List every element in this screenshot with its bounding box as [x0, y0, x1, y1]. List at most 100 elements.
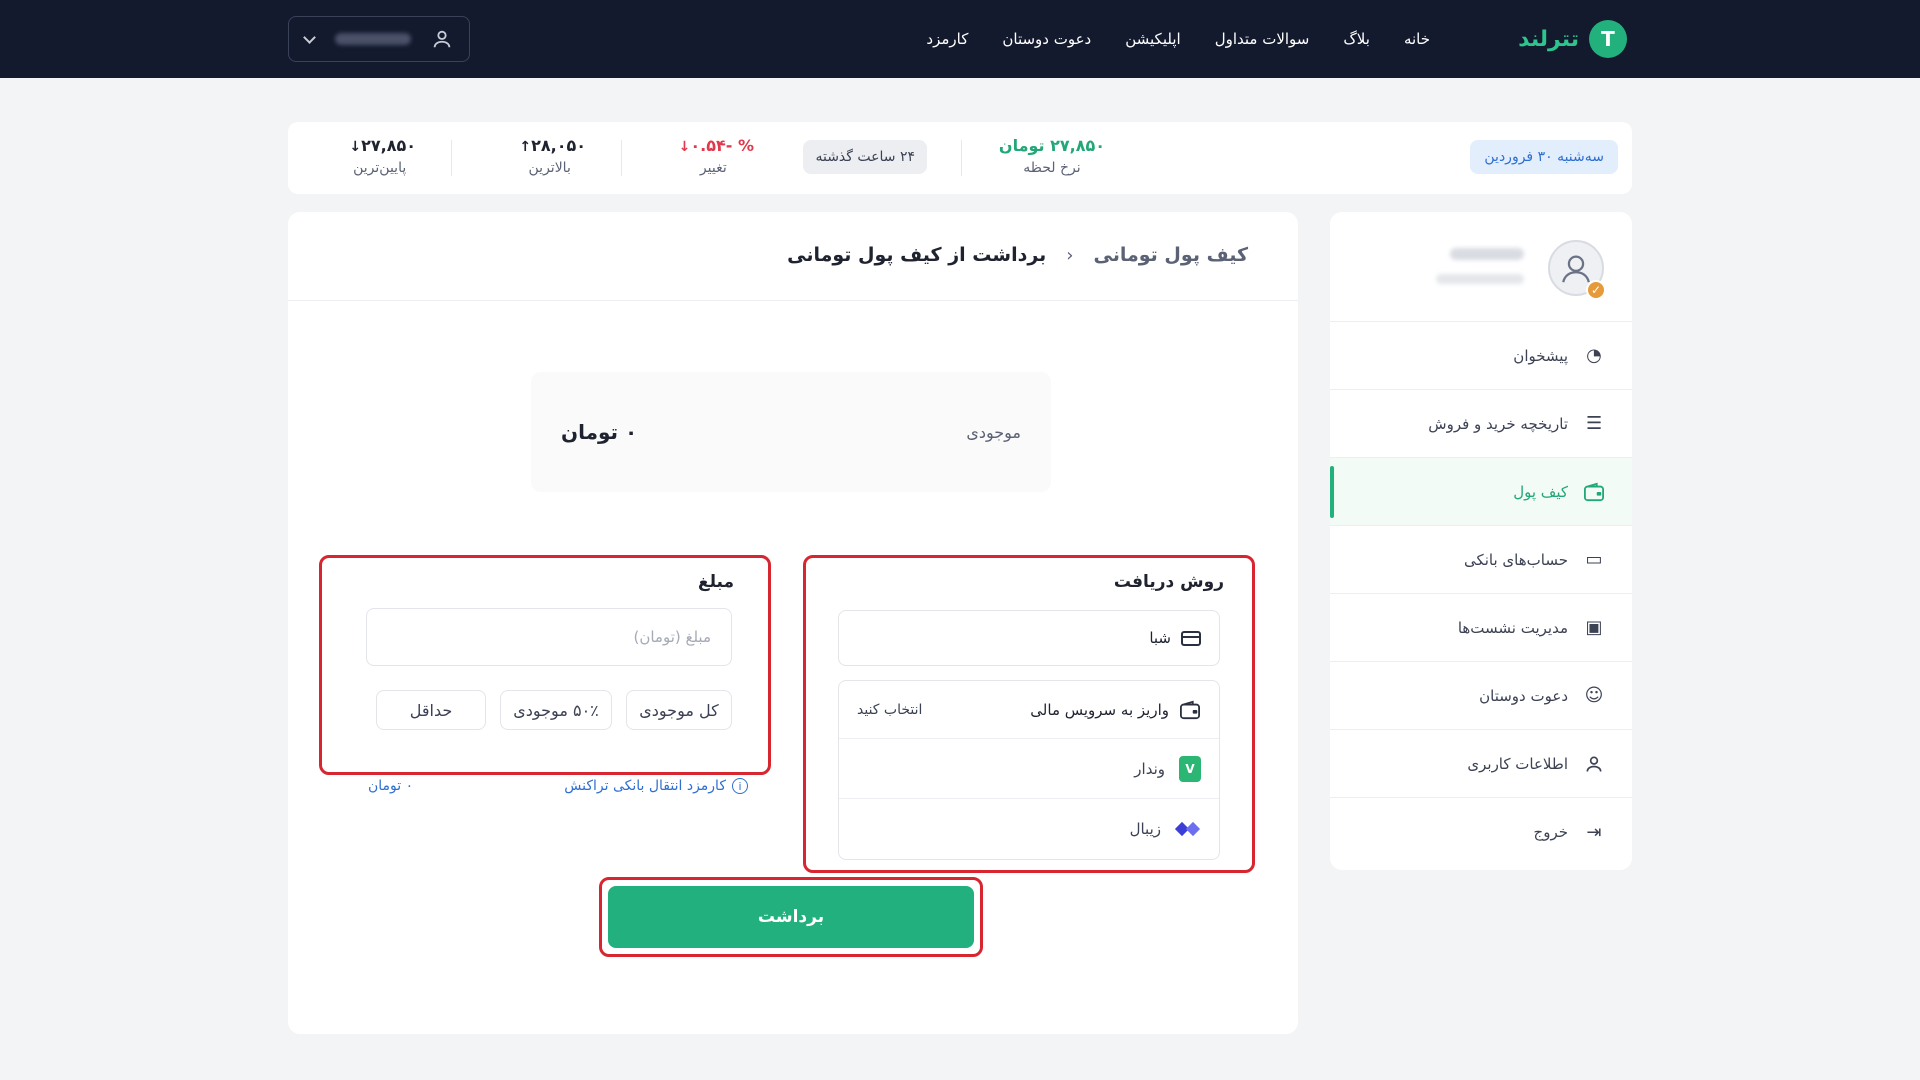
service-option-label: زیبال [1129, 820, 1161, 838]
amount-title: مبلغ [697, 572, 734, 592]
high-value: ۲۸,۰۵۰ [531, 136, 586, 155]
profile-id-blurred [1436, 274, 1524, 284]
user-icon [1582, 752, 1606, 776]
nav-invite[interactable]: دعوت دوستان [1002, 30, 1091, 48]
bank-card-icon: ▭ [1585, 549, 1603, 570]
chevron-left-icon: ‹ [1066, 244, 1074, 266]
logo-mark-icon: T [1589, 20, 1627, 58]
fee-value: ۰ تومان [368, 778, 414, 794]
sidebar-item-label: حساب‌های بانکی [1463, 550, 1568, 569]
submit-highlight: برداشت [599, 877, 983, 957]
ticker-change: % -۰.۵۴↓ تغییر [673, 136, 754, 176]
chevron-down-icon [303, 30, 316, 44]
date-badge: سه‌شنبه ۳۰ فروردین [1470, 140, 1618, 174]
nav-home[interactable]: خانه [1404, 30, 1430, 48]
preset-half-balance-button[interactable]: ۵۰٪ موجودی [500, 690, 612, 730]
balance-value: ۰ تومان [561, 420, 638, 444]
wallet-icon [1180, 700, 1200, 719]
sidebar: ✓ ◔ پیشخوان ☰ تاریخچه خرید و فروش کیف پو… [1330, 212, 1632, 870]
wallet-icon [1582, 480, 1606, 504]
profile-name-blurred [1450, 248, 1524, 260]
sidebar-item-label: اطلاعات کاربری [1467, 754, 1568, 773]
sidebar-item-history[interactable]: ☰ تاریخچه خرید و فروش [1330, 390, 1632, 458]
sheba-label: شبا [1149, 629, 1171, 647]
low-label: پایین‌ترین [353, 160, 407, 176]
amount-input[interactable]: مبلغ (تومان) [366, 608, 732, 666]
service-select-placeholder: انتخاب کنید [857, 701, 923, 718]
verified-check-icon: ✓ [1586, 280, 1606, 300]
devices-icon: ▣ [1585, 617, 1603, 638]
breadcrumb-parent[interactable]: کیف پول تومانی [1094, 244, 1249, 266]
change-label: تغییر [699, 160, 727, 176]
sidebar-item-label: کیف پول [1513, 482, 1568, 501]
rate-value: ۲۷,۸۵۰ تومان [998, 136, 1105, 155]
card-icon [1181, 630, 1201, 646]
user-name-blurred [334, 33, 411, 45]
withdraw-button[interactable]: برداشت [608, 886, 974, 948]
page-title: برداشت از کیف پول تومانی [787, 244, 1047, 266]
sidebar-item-invite[interactable]: ☺ دعوت دوستان [1330, 662, 1632, 730]
history-list-icon: ☰ [1585, 413, 1603, 434]
sidebar-item-wallet[interactable]: کیف پول [1330, 458, 1632, 526]
arrow-down-icon: ↓ [678, 139, 691, 155]
arrow-up-icon: ↑ [519, 139, 532, 155]
brand-name: تترلند [1518, 26, 1579, 52]
balance-label: موجودی [966, 422, 1021, 442]
sidebar-item-label: دعوت دوستان [1479, 686, 1568, 705]
sidebar-item-label: مدیریت نشست‌ها [1457, 618, 1568, 637]
preset-all-balance-button[interactable]: کل موجودی [626, 690, 732, 730]
divider [961, 140, 962, 176]
vandar-logo-icon: V [1179, 755, 1201, 782]
period-badge: ۲۴ ساعت گذشته [803, 140, 927, 174]
service-option-vandar[interactable]: V وندار [839, 739, 1219, 799]
profile-card: ✓ [1330, 212, 1632, 322]
amount-section: مبلغ مبلغ (تومان) کل موجودی ۵۰٪ موجودی ح… [319, 555, 771, 775]
ticker-rate: ۲۷,۸۵۰ تومان نرخ لحظه [999, 136, 1105, 176]
sheba-option[interactable]: شبا [838, 610, 1220, 666]
sidebar-item-label: تاریخچه خرید و فروش [1428, 414, 1568, 433]
pie-chart-icon: ◔ [1586, 345, 1602, 366]
brand-logo[interactable]: T تترلند [1518, 20, 1627, 58]
price-ticker: سه‌شنبه ۳۰ فروردین ۲۷,۸۵۰ تومان نرخ لحظه… [288, 122, 1632, 194]
change-value: % -۰.۵۴ [690, 136, 754, 155]
sidebar-item-label: خروج [1533, 823, 1568, 841]
rate-label: نرخ لحظه [1023, 160, 1081, 176]
preset-minimum-button[interactable]: حداقل [376, 690, 486, 730]
fee-row: i کارمزد انتقال بانکی تراکنش ۰ تومان [368, 778, 748, 794]
ticker-low: ۲۷,۸۵۰↓ پایین‌ترین [343, 136, 416, 176]
top-navbar: T تترلند خانه بلاگ سوالات متداول اپلیکیش… [0, 0, 1920, 78]
low-value: ۲۷,۸۵۰ [361, 136, 416, 155]
nav-faq[interactable]: سوالات متداول [1215, 30, 1310, 48]
sidebar-item-profile[interactable]: اطلاعات کاربری [1330, 730, 1632, 798]
service-option-label: وندار [1134, 759, 1165, 778]
service-option-zibal[interactable]: زیبال [839, 799, 1219, 859]
divider [621, 140, 622, 176]
info-icon[interactable]: i [732, 778, 748, 794]
sidebar-item-sessions[interactable]: ▣ مدیریت نشست‌ها [1330, 594, 1632, 662]
ticker-high: ۲۸,۰۵۰↑ بالاترین [513, 136, 586, 176]
sidebar-item-dashboard[interactable]: ◔ پیشخوان [1330, 322, 1632, 390]
sidebar-item-logout[interactable]: ⇥ خروج [1330, 798, 1632, 866]
financial-service-select: واریز به سرویس مالی انتخاب کنید V وندار … [838, 680, 1220, 860]
sidebar-item-label: پیشخوان [1513, 346, 1568, 365]
amount-presets: کل موجودی ۵۰٪ موجودی حداقل [350, 690, 732, 730]
service-label: واریز به سرویس مالی [1030, 700, 1169, 719]
nav-fees[interactable]: کارمزد [926, 30, 968, 48]
avatar-face-icon [1562, 255, 1590, 283]
nav-app[interactable]: اپلیکیشن [1125, 30, 1180, 48]
receive-method-title: روش دریافت [1113, 572, 1224, 592]
high-label: بالاترین [528, 160, 571, 176]
main-nav: خانه بلاگ سوالات متداول اپلیکیشن دعوت دو… [926, 0, 1430, 78]
nav-blog[interactable]: بلاگ [1343, 30, 1370, 48]
arrow-down-icon: ↓ [349, 139, 362, 155]
logout-icon: ⇥ [1586, 821, 1602, 843]
withdraw-panel: کیف پول تومانی ‹ برداشت از کیف پول تومان… [288, 212, 1298, 1034]
balance-card: موجودی ۰ تومان [531, 372, 1051, 492]
zibal-logo-icon [1174, 820, 1201, 838]
user-menu-button[interactable] [288, 16, 470, 62]
sidebar-item-bank-accounts[interactable]: ▭ حساب‌های بانکی [1330, 526, 1632, 594]
user-icon [433, 30, 451, 48]
smile-icon: ☺ [1584, 685, 1604, 706]
service-select-header[interactable]: واریز به سرویس مالی انتخاب کنید [839, 681, 1219, 739]
fee-label: کارمزد انتقال بانکی تراکنش [564, 778, 726, 794]
